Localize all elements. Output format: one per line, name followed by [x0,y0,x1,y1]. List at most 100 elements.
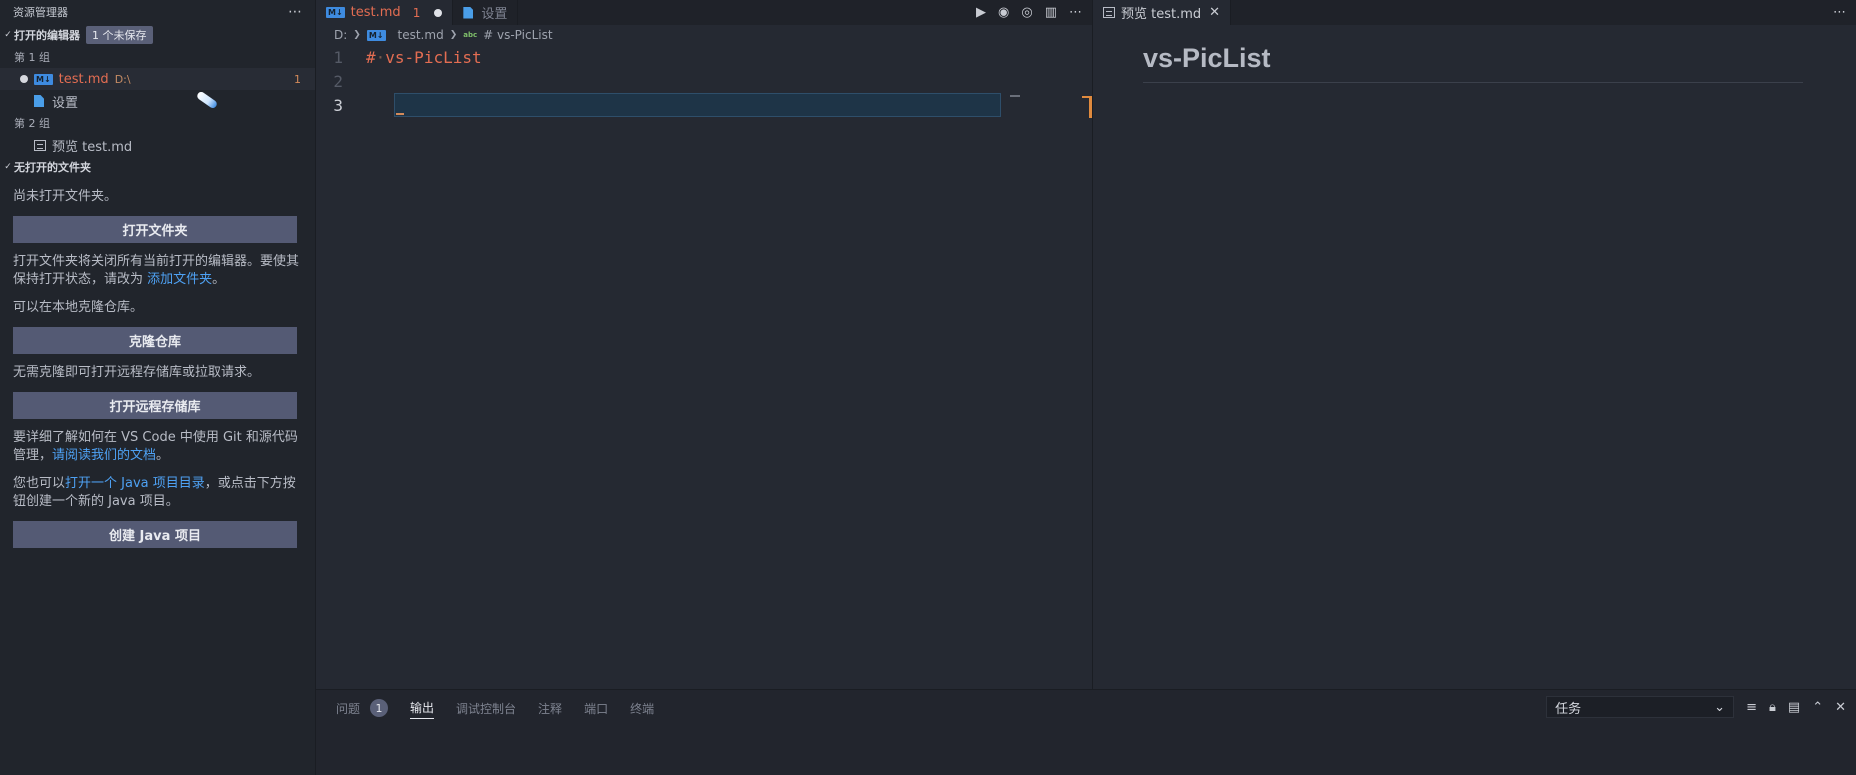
output-channel-select[interactable]: 任务 ⌄ [1546,696,1735,718]
modified-dot-icon[interactable] [434,8,443,17]
close-panel-icon[interactable]: ✕ [1835,700,1846,715]
explorer-sidebar: 资源管理器 ⋯ ✓ 打开的编辑器 1 个未保存 第 1 组 M↓ test.md… [0,0,316,775]
create-java-project-button[interactable]: 创建 Java 项目 [13,521,297,548]
warning-squiggle [396,112,404,115]
tab-label: 问题 [336,701,361,716]
editor-group-1: M↓ test.md 1 设置 ▶ ◉ ◎ ▥ ⋯ D: ❯ M↓ test.m… [316,0,1092,689]
line-number: 1 [333,47,343,67]
explorer-title: 资源管理器 [13,6,68,19]
code-line[interactable]: 1 #·vs-PicList [316,45,1092,69]
problem-count: 1 [294,72,301,86]
breadcrumb-drive[interactable]: D: [334,28,347,42]
open-log-icon[interactable]: ▤ [1788,700,1800,715]
add-folder-link[interactable]: 添加文件夹 [147,272,212,287]
open-editor-path: D:\ [114,72,131,86]
no-folder-text: 尚未打开文件夹。 [13,189,118,204]
clone-repo-button[interactable]: 克隆仓库 [13,327,297,354]
chevron-down-icon: ⌄ [1714,699,1726,715]
open-folder-button[interactable]: 打开文件夹 [13,216,297,243]
tab-label: 输出 [410,701,435,715]
line-text: #·vs-PicList [366,47,482,67]
problems-badge: 1 [370,699,389,717]
preview-icon[interactable]: ◉ [998,5,1009,20]
run-icon[interactable]: ▶ [976,5,986,20]
preview-icon [34,139,46,151]
overview-ruler-marker [1082,96,1092,118]
more-actions-icon[interactable]: ⋯ [1069,5,1082,20]
more-actions-icon[interactable]: ⋯ [288,4,303,20]
panel-actions: 任务 ⌄ ≡ 🔒︎ ▤ ⌃ ✕ [1546,696,1846,718]
markdown-icon: M↓ [326,7,345,18]
minimap-line [1010,95,1020,97]
open-editors-header[interactable]: ✓ 打开的编辑器 1 个未保存 [0,24,315,46]
unsaved-badge: 1 个未保存 [86,26,153,44]
tab-debug-console[interactable]: 调试控制台 [456,697,516,719]
tab-label: test.md [350,5,401,20]
bottom-panel: 问题 1 输出 调试控制台 注释 端口 终端 任务 ⌄ ≡ 🔒︎ ▤ ⌃ ✕ [316,689,1856,775]
no-folder-label: 无打开的文件夹 [14,161,91,174]
markdown-preview: vs-PicList [1093,25,1856,83]
close-icon[interactable]: ✕ [1209,5,1220,20]
open-editor-name: 设置 [52,95,79,111]
chevron-right-icon: ❯ [353,30,361,40]
tab-settings[interactable]: 设置 [453,0,519,25]
breadcrumb-symbol[interactable]: # vs-PicList [483,28,552,42]
tab-label: 终端 [630,701,655,716]
no-folder-header[interactable]: ✓ 无打开的文件夹 [0,156,315,178]
more-actions-icon[interactable]: ⋯ [1833,5,1846,20]
tab-problems[interactable]: 问题 1 [336,697,389,719]
tab-ports[interactable]: 端口 [584,697,608,719]
tab-problem-count: 1 [412,5,421,20]
string-symbol-icon: abc [463,31,478,39]
tab-comments[interactable]: 注释 [538,697,562,719]
tab-test-md[interactable]: M↓ test.md 1 [316,0,454,25]
code-line[interactable]: 3 [316,93,1092,117]
open-editor-test-md[interactable]: M↓ test.md D:\ 1 [0,68,315,90]
preview-heading: vs-PicList [1143,43,1803,83]
code-line[interactable]: 2 [316,69,1092,93]
tab-label: 设置 [481,7,508,22]
maximize-panel-icon[interactable]: ⌃ [1812,700,1823,715]
unsaved-dot-icon[interactable] [20,75,28,83]
breadcrumb: D: ❯ M↓ test.md ❯ abc # vs-PicList [316,25,1092,45]
preview-side-icon[interactable]: ◎ [1021,5,1032,20]
group-1-label: 第 1 组 [14,51,50,64]
line-number: 3 [333,95,343,115]
file-icon [463,6,474,19]
group-2-label: 第 2 组 [14,117,50,130]
close-editors-warning: 打开文件夹将关闭所有当前打开的编辑器。要使其保持打开状态，请改为 添加文件夹。 [13,254,300,287]
tab-output[interactable]: 输出 [410,697,435,719]
code-editor[interactable]: 1 #·vs-PicList 2 3 [316,45,1092,117]
explorer-welcome: 尚未打开文件夹。 打开文件夹 打开文件夹将关闭所有当前打开的编辑器。要使其保持打… [0,188,315,548]
clear-output-icon[interactable]: ≡ [1746,700,1757,715]
chevron-down-icon: ✓ [4,30,12,40]
open-editor-name: test.md [58,71,109,87]
chevron-right-icon: ❯ [449,30,458,40]
markdown-icon: M↓ [34,73,53,85]
read-docs-link[interactable]: 请阅读我们的文档 [52,448,156,463]
tab-label: 调试控制台 [456,701,517,716]
split-editor-icon[interactable]: ▥ [1045,5,1057,20]
editor-group-2: 预览 test.md ✕ ⋯ vs-PicList [1092,0,1856,689]
open-editor-preview[interactable]: 预览 test.md [0,134,315,156]
editor-actions: ▶ ◉ ◎ ▥ ⋯ [976,0,1082,25]
open-editors-label: 打开的编辑器 [14,29,80,42]
git-docs-text: 要详细了解如何在 VS Code 中使用 Git 和源代码管理，请阅读我们的文档… [13,430,298,463]
tab-label: 预览 test.md [1121,7,1202,22]
explorer-title-bar: 资源管理器 ⋯ [0,0,315,24]
tab-preview[interactable]: 预览 test.md ✕ [1093,0,1232,25]
tab-label: 注释 [538,701,563,716]
open-java-project-link[interactable]: 打开一个 Java 项目目录 [65,476,205,491]
tab-label: 端口 [584,701,609,716]
open-editor-settings[interactable]: 设置 [0,90,315,112]
preview-icon [1103,7,1115,18]
file-icon [34,95,44,107]
clone-text: 可以在本地克隆仓库。 [13,300,144,315]
lock-icon[interactable]: 🔒︎ [1769,700,1776,715]
markdown-icon: M↓ [366,29,386,41]
tab-terminal[interactable]: 终端 [630,697,654,719]
line-number: 2 [333,71,343,91]
open-editor-name: 预览 test.md [52,139,133,155]
open-remote-button[interactable]: 打开远程存储库 [13,392,297,419]
breadcrumb-file[interactable]: test.md [398,28,444,42]
